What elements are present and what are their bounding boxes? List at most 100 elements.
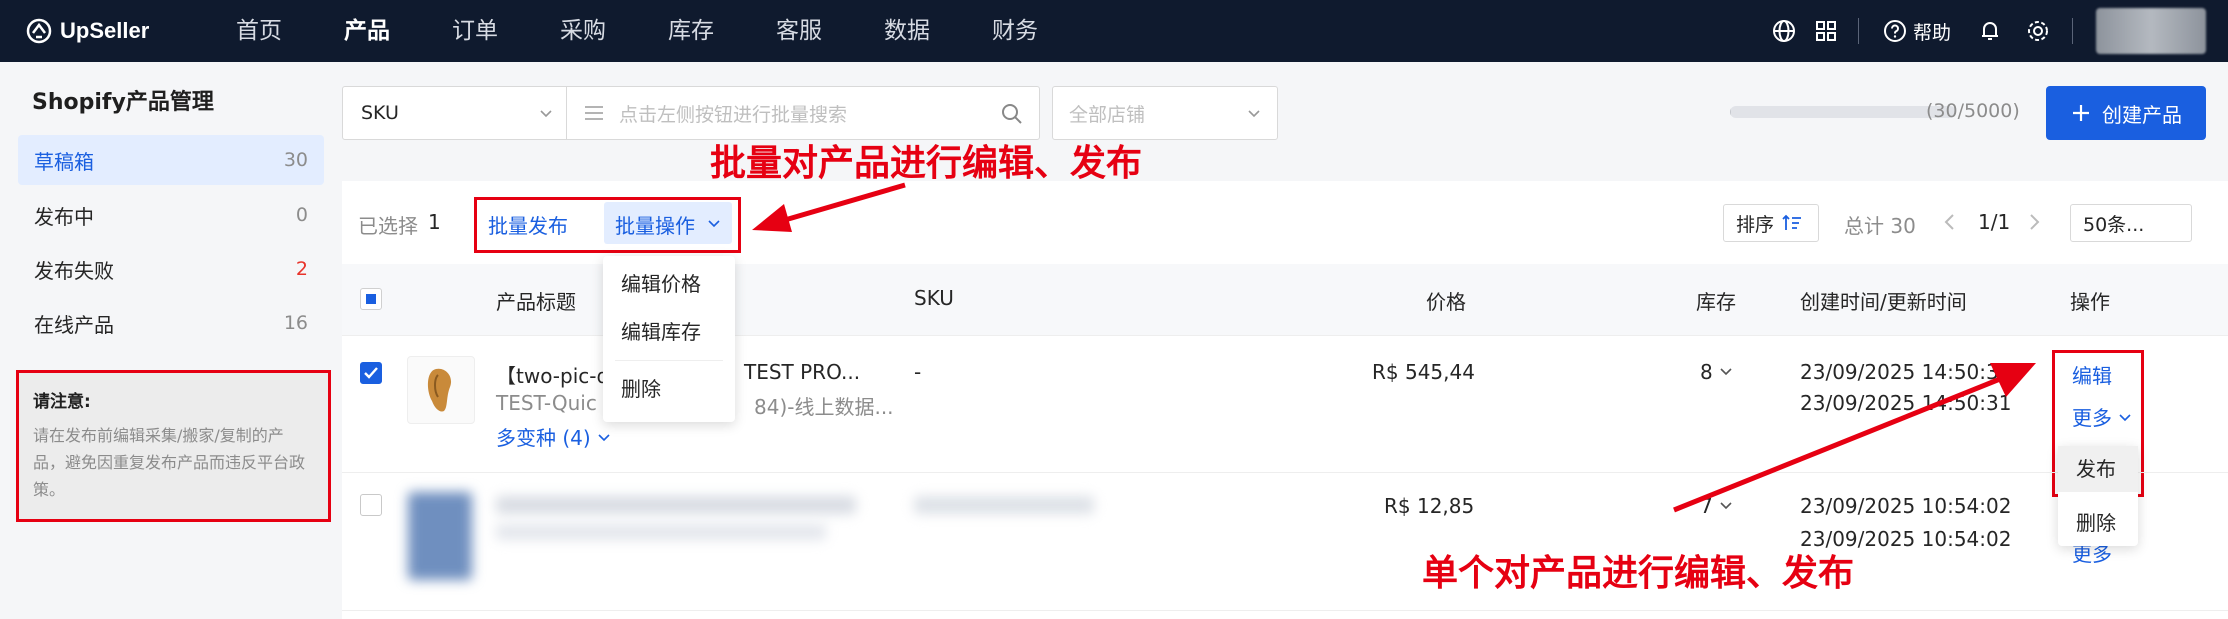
bulk-annotation: 批量对产品进行编辑、发布 [710,143,1143,184]
selected-label: 已选择 [358,214,418,238]
help-link[interactable]: 帮助 [1883,16,1951,46]
row-sku [914,496,1094,514]
sidebar-title: Shopify产品管理 [32,90,214,115]
menu-item-delete[interactable]: 删除 [2058,500,2138,546]
nav-item-inventory[interactable]: 库存 [637,0,745,62]
menu-item-edit-stock[interactable]: 编辑库存 [603,308,735,356]
product-title[interactable] [496,496,856,514]
product-thumbnail[interactable] [407,356,475,424]
col-header-title: 产品标题 [496,290,576,314]
bulk-ops-menu: 编辑价格 编辑库存 删除 [603,256,735,422]
chevron-down-icon [708,220,720,228]
user-avatar[interactable] [2096,8,2206,54]
row-more-menu: 发布 删除 [2058,446,2138,546]
sidebar-item-label: 发布中 [34,204,94,229]
chevron-right-icon[interactable] [2026,213,2042,231]
arrow-icon [1673,363,2036,513]
topbar-divider [2072,18,2073,44]
create-product-label: 创建产品 [2102,102,2182,127]
product-quota-bar [1730,106,1956,118]
nav-item-orders[interactable]: 订单 [421,0,529,62]
sidebar-item-publishing[interactable]: 发布中 0 [18,190,324,240]
row-checkbox[interactable] [360,362,382,384]
page-indicator: 1/1 [1978,210,2011,234]
menu-item-edit-price[interactable]: 编辑价格 [603,260,735,308]
nav-item-customer-service[interactable]: 客服 [745,0,853,62]
chevron-down-icon [598,434,610,442]
product-image [427,368,452,412]
col-header-time: 创建时间/更新时间 [1800,290,1967,314]
sidebar-item-count: 30 [283,149,308,171]
globe-icon[interactable] [1770,17,1798,45]
menu-item-delete[interactable]: 删除 [603,365,735,413]
sidebar-item-label: 草稿箱 [34,149,94,174]
notice-box: 请注意: 请在发布前编辑采集/搬家/复制的产品，避免因重复发布产品而违反平台政策… [16,370,331,522]
variants-toggle[interactable]: 多变种 (4) [496,422,611,451]
upseller-logo[interactable]: UpSeller [26,16,149,46]
product-title-a[interactable]: 【two-pic-d [496,360,609,389]
product-thumbnail[interactable] [408,492,472,580]
sidebar-item-publish-failed[interactable]: 发布失败 2 [18,244,324,294]
selected-count: 1 [428,210,441,234]
product-title-b[interactable]: TEST PRO... [744,360,860,384]
col-header-price: 价格 [1426,290,1466,314]
upseller-logo-icon [26,18,52,44]
bell-icon[interactable] [1976,17,2004,45]
sort-button[interactable]: 排序 [1723,204,1819,242]
notice-title: 请注意: [33,392,91,412]
variants-label: 多变种 (4) [496,426,591,450]
chevron-left-icon[interactable] [1942,213,1958,231]
help-label: 帮助 [1913,21,1952,44]
row-price: R$ 12,85 [1384,494,1475,518]
store-select-placeholder: 全部店铺 [1069,103,1146,126]
nav-item-products[interactable]: 产品 [313,0,421,62]
sort-label: 排序 [1736,213,1775,236]
bulk-publish-button[interactable]: 批量发布 [488,210,568,239]
row-edit-button[interactable]: 编辑 [2072,360,2112,389]
row-sku: - [914,360,922,384]
total-count: 总计 30 [1844,214,1916,238]
row-more-label: 更多 [2072,406,2112,430]
select-all-checkbox[interactable] [360,288,382,310]
nav-item-data[interactable]: 数据 [853,0,961,62]
search-field-select[interactable]: SKU [342,86,568,140]
product-subtitle-b: 84)-线上数据... [754,395,894,419]
store-select[interactable]: 全部店铺 [1052,86,1278,140]
product-subtitle-a: TEST-Quic [496,391,597,415]
notice-body: 请在发布前编辑采集/搬家/复制的产品，避免因重复发布产品而违反平台政策。 [33,426,306,499]
check-icon [364,367,378,379]
gear-icon[interactable] [2024,17,2052,45]
plus-icon [2073,105,2089,121]
nav-item-finance[interactable]: 财务 [961,0,1069,62]
top-navigation-bar: UpSeller 首页 产品 订单 采购 库存 客服 数据 财务 帮助 [0,0,2228,62]
single-annotation: 单个对产品进行编辑、发布 [1422,553,1855,594]
nav-item-purchase[interactable]: 采购 [529,0,637,62]
topbar-divider [1858,18,1859,44]
list-icon[interactable] [583,104,605,122]
sidebar-item-drafts[interactable]: 草稿箱 30 [18,135,324,185]
nav-item-home[interactable]: 首页 [205,0,313,62]
batch-search-input[interactable]: 点击左侧按钮进行批量搜索 [566,86,1040,140]
page-size-select[interactable]: 50条... [2070,204,2192,242]
apps-grid-icon[interactable] [1812,17,1840,45]
menu-item-publish[interactable]: 发布 [2058,446,2138,492]
sidebar-item-count: 2 [295,258,308,280]
col-header-action: 操作 [2070,290,2110,314]
create-product-button[interactable]: 创建产品 [2046,86,2206,140]
main-nav: 首页 产品 订单 采购 库存 客服 数据 财务 [205,0,1069,62]
sidebar-item-count: 0 [295,204,308,226]
search-icon[interactable] [1001,103,1023,125]
arrow-icon [752,182,906,232]
search-placeholder: 点击左侧按钮进行批量搜索 [619,103,848,126]
row-more-button[interactable]: 更多 [2072,402,2132,431]
sidebar-item-label: 发布失败 [34,258,114,283]
menu-divider [615,360,723,361]
chevron-down-icon [2119,414,2131,422]
row-checkbox[interactable] [360,494,382,516]
page-size-value: 50条... [2083,213,2145,236]
sidebar-item-online-products[interactable]: 在线产品 16 [18,298,324,348]
col-header-stock: 库存 [1696,290,1736,314]
chevron-down-icon [540,110,552,118]
bulk-ops-button[interactable]: 批量操作 [615,210,695,239]
search-field-select-value: SKU [361,102,399,124]
